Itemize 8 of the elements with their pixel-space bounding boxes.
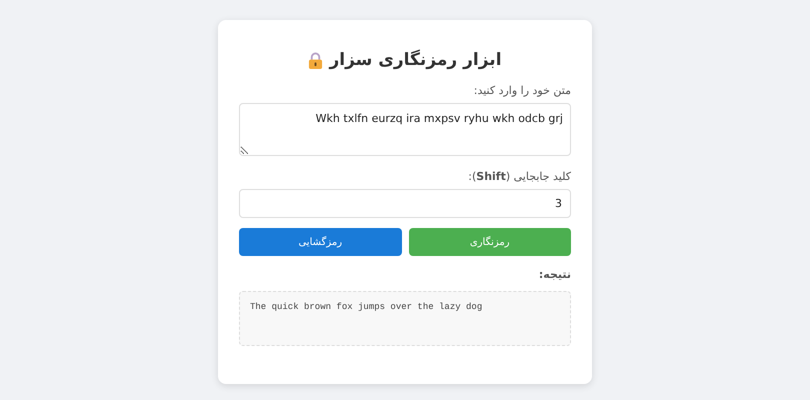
decrypt-button[interactable]: رمزگشایی xyxy=(239,228,402,256)
result-output: The quick brown fox jumps over the lazy dog xyxy=(239,291,571,346)
shift-input[interactable]: 3 xyxy=(239,189,571,218)
result-label: نتیجه: xyxy=(538,268,571,281)
field-label: متن خود را وارد کنید: xyxy=(474,84,571,97)
page-title: ابزار رمزنگاری سزار xyxy=(329,50,502,70)
text-input[interactable]: Wkh txlfn eurzq ira mxpsv ryhu wkh odcb grj xyxy=(239,103,571,156)
lock-icon xyxy=(308,52,324,68)
